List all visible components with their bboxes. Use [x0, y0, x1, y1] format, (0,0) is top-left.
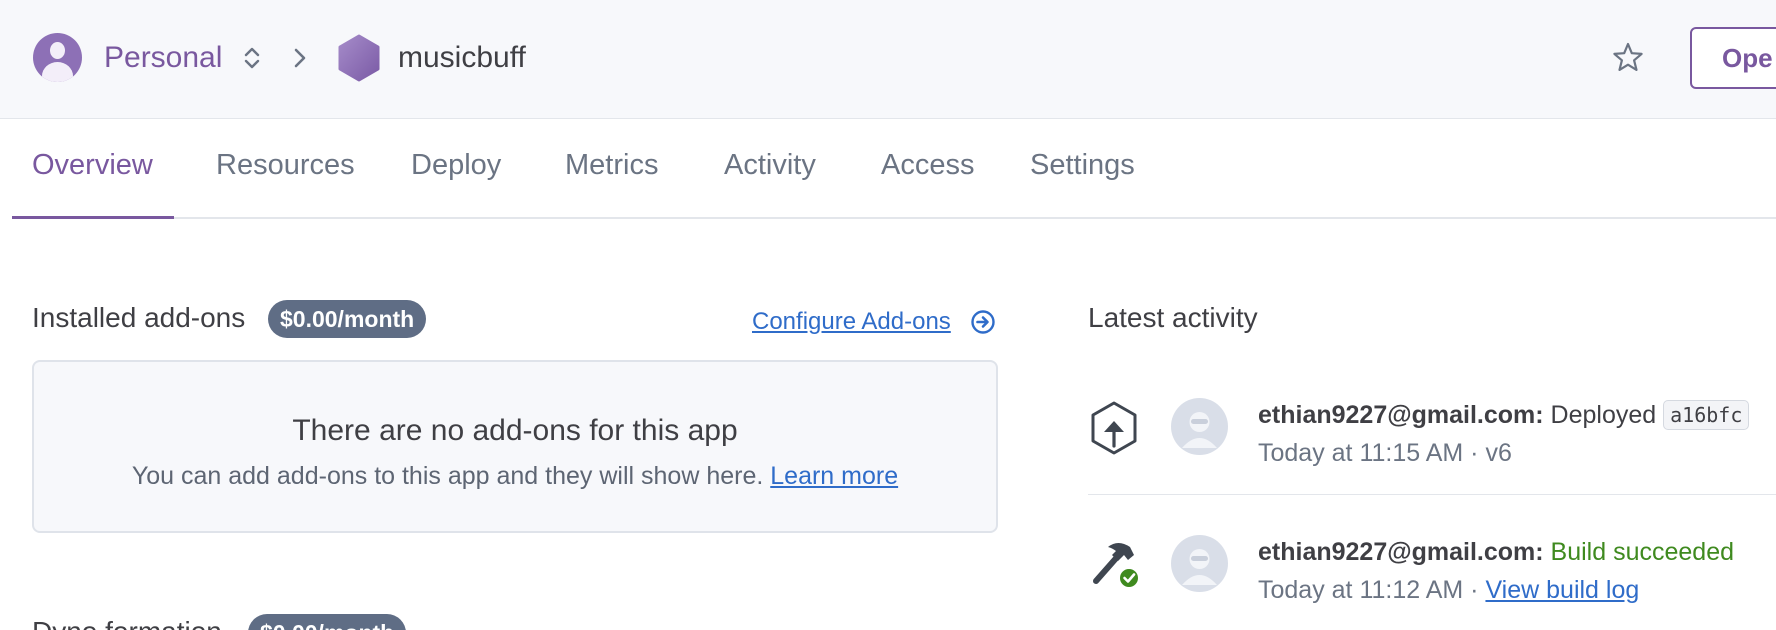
tab-overview[interactable]: Overview — [32, 119, 153, 219]
chevron-right-icon — [294, 48, 306, 68]
learn-more-link[interactable]: Learn more — [770, 462, 898, 490]
favorite-star-icon[interactable] — [1610, 40, 1646, 76]
app-header: Personal musicbuff Ope — [0, 0, 1776, 119]
activity-time: Today at 11:15 AM — [1258, 439, 1464, 467]
app-hexagon-icon — [338, 34, 380, 82]
open-app-button[interactable]: Ope — [1690, 27, 1776, 89]
activity-user: ethian9227@gmail.com: — [1258, 401, 1544, 429]
deploy-upload-icon — [1091, 401, 1137, 455]
activity-meta: Today at 11:12 AM · View build log — [1258, 576, 1640, 604]
empty-state-title: There are no add-ons for this app — [292, 414, 738, 447]
activity-item: ethian9227@gmail.com: Deployed a16bfc To… — [1088, 398, 1776, 468]
tab-resources[interactable]: Resources — [216, 119, 355, 219]
activity-summary: ethian9227@gmail.com: Build succeeded — [1258, 535, 1734, 569]
app-tabs: Overview Resources Deploy Metrics Activi… — [12, 119, 1776, 219]
chevron-up-down-icon[interactable] — [240, 44, 264, 72]
activity-meta: Today at 11:15 AM · v6 — [1258, 439, 1512, 467]
addons-section-title: Installed add-ons — [32, 302, 246, 333]
activity-divider — [1088, 494, 1776, 495]
configure-addons-link[interactable]: Configure Add-ons — [752, 306, 951, 338]
addons-empty-state: There are no add-ons for this app You ca… — [32, 360, 998, 533]
commit-hash[interactable]: a16bfc — [1663, 400, 1750, 430]
build-hammer-success-icon — [1093, 543, 1140, 589]
activity-time: Today at 11:12 AM — [1258, 576, 1464, 604]
activity-item: ethian9227@gmail.com: Build succeeded To… — [1088, 535, 1776, 605]
tab-settings[interactable]: Settings — [1030, 119, 1135, 219]
user-avatar — [1171, 398, 1228, 455]
empty-state-text: You can add add-ons to this app and they… — [34, 459, 996, 493]
account-switcher-label[interactable]: Personal — [104, 38, 222, 78]
arrow-circle-right-icon[interactable] — [970, 309, 996, 335]
user-avatar — [1171, 535, 1228, 592]
activity-action: Deployed — [1550, 401, 1657, 429]
app-name[interactable]: musicbuff — [398, 38, 526, 78]
dyno-price-badge: $0.00/month — [248, 614, 407, 630]
dyno-section-title: Dyno formation — [32, 614, 222, 630]
activity-version: v6 — [1485, 439, 1512, 467]
tab-activity[interactable]: Activity — [724, 119, 816, 219]
tab-deploy[interactable]: Deploy — [411, 119, 501, 219]
activity-action: Build succeeded — [1550, 538, 1735, 566]
view-build-log-link[interactable]: View build log — [1485, 576, 1639, 604]
activity-summary: ethian9227@gmail.com: Deployed a16bfc — [1258, 398, 1750, 432]
activity-user: ethian9227@gmail.com: — [1258, 538, 1544, 566]
addons-price-badge: $0.00/month — [268, 300, 427, 338]
account-avatar[interactable] — [33, 33, 82, 82]
empty-state-description: You can add add-ons to this app and they… — [131, 462, 764, 490]
active-tab-indicator — [12, 216, 174, 219]
tab-access[interactable]: Access — [881, 119, 974, 219]
activity-section-title: Latest activity — [1088, 302, 1258, 333]
tab-metrics[interactable]: Metrics — [565, 119, 658, 219]
